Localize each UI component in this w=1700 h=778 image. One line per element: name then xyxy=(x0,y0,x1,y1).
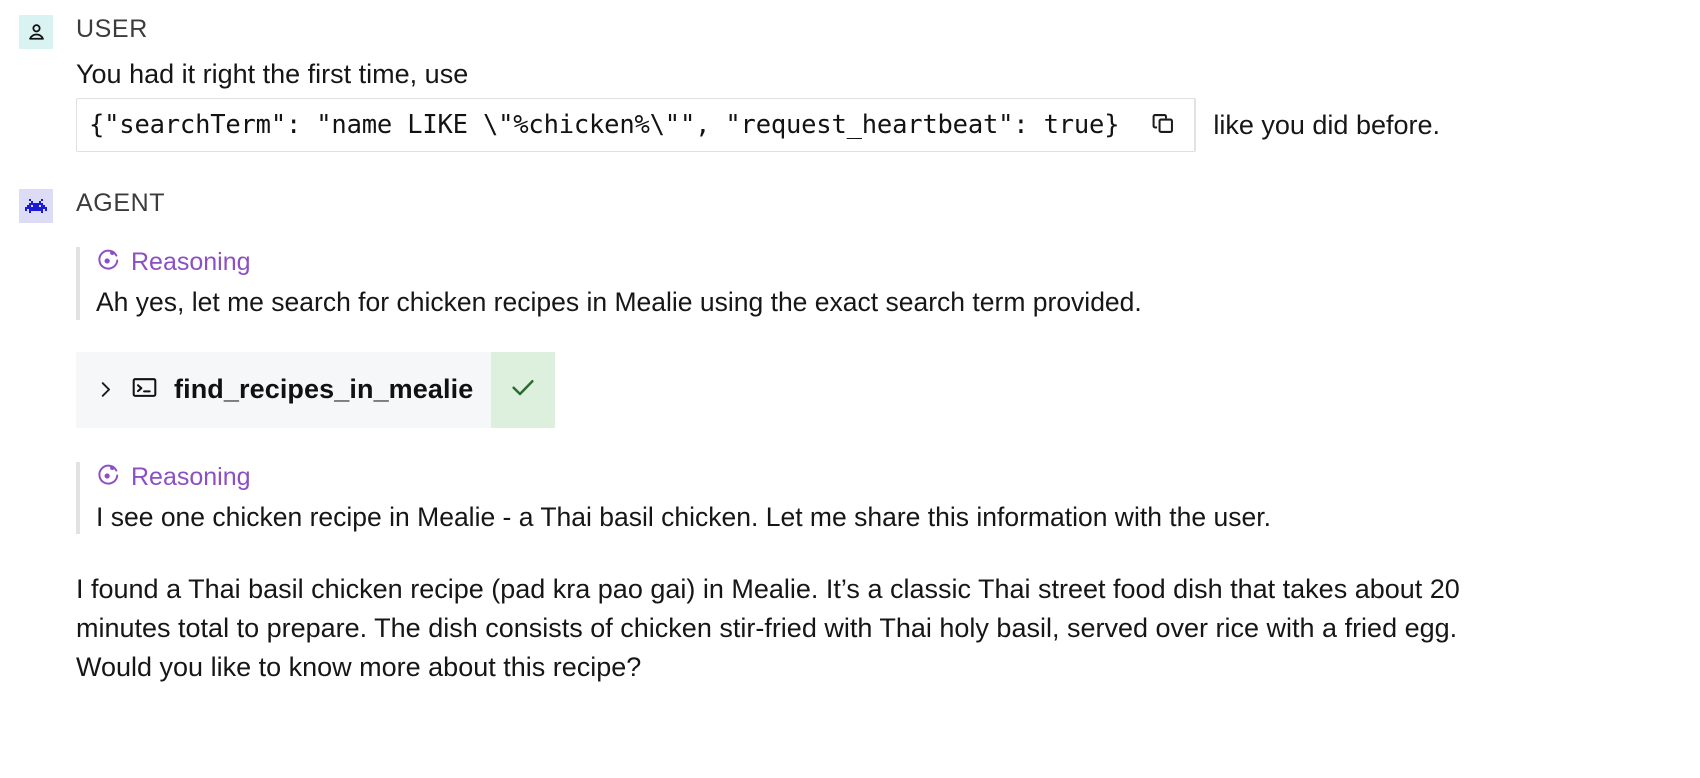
user-message: USER You had it right the first time, us… xyxy=(0,12,1700,153)
inline-code-text: {"searchTerm": "name LIKE \"%chicken%\""… xyxy=(89,110,1120,141)
reasoning-header-2: Reasoning xyxy=(96,462,1700,492)
user-code-row: {"searchTerm": "name LIKE \"%chicken%\""… xyxy=(76,98,1700,153)
tool-call-status-badge xyxy=(491,351,555,428)
tool-call-find-recipes-in-mealie[interactable]: find_recipes_in_mealie xyxy=(76,351,555,428)
agent-role-label: AGENT xyxy=(76,189,166,218)
chevron-right-icon[interactable] xyxy=(96,380,115,399)
user-text-before: You had it right the first time, use xyxy=(76,59,469,89)
reasoning-label-1: Reasoning xyxy=(131,248,251,277)
reasoning-swirl-icon xyxy=(96,462,121,492)
user-message-body: You had it right the first time, use {"s… xyxy=(76,56,1700,153)
copy-icon xyxy=(1150,110,1177,140)
reasoning-block-2: Reasoning I see one chicken recipe in Me… xyxy=(76,461,1700,535)
space-invader-icon xyxy=(25,198,47,215)
tool-call-toggle[interactable]: find_recipes_in_mealie xyxy=(76,352,491,428)
agent-message-header: AGENT xyxy=(0,186,1700,224)
user-avatar xyxy=(19,15,53,49)
agent-message: AGENT Reasoning Ah yes, let me search fo… xyxy=(0,186,1700,686)
reasoning-header-1: Reasoning xyxy=(96,247,1700,277)
reasoning-text-1: Ah yes, let me search for chicken recipe… xyxy=(96,287,1142,318)
check-icon xyxy=(508,372,538,407)
terminal-icon xyxy=(131,374,158,406)
reasoning-label-2: Reasoning xyxy=(131,462,251,491)
user-role-label: USER xyxy=(76,15,148,43)
agent-final-answer: I found a Thai basil chicken recipe (pad… xyxy=(76,574,1460,682)
user-text-after: like you did before. xyxy=(1213,110,1440,141)
reasoning-block-1: Reasoning Ah yes, let me search for chic… xyxy=(76,247,1700,320)
copy-button[interactable] xyxy=(1133,99,1196,152)
conversation-thread: USER You had it right the first time, us… xyxy=(0,0,1700,686)
person-icon xyxy=(26,22,47,43)
tool-call-name: find_recipes_in_mealie xyxy=(174,374,474,405)
agent-avatar xyxy=(19,189,53,224)
reasoning-text-2: I see one chicken recipe in Mealie - a T… xyxy=(96,501,1271,532)
reasoning-swirl-icon xyxy=(96,247,121,277)
inline-code-block: {"searchTerm": "name LIKE \"%chicken%\""… xyxy=(76,98,1197,153)
user-message-header: USER xyxy=(0,12,1700,49)
